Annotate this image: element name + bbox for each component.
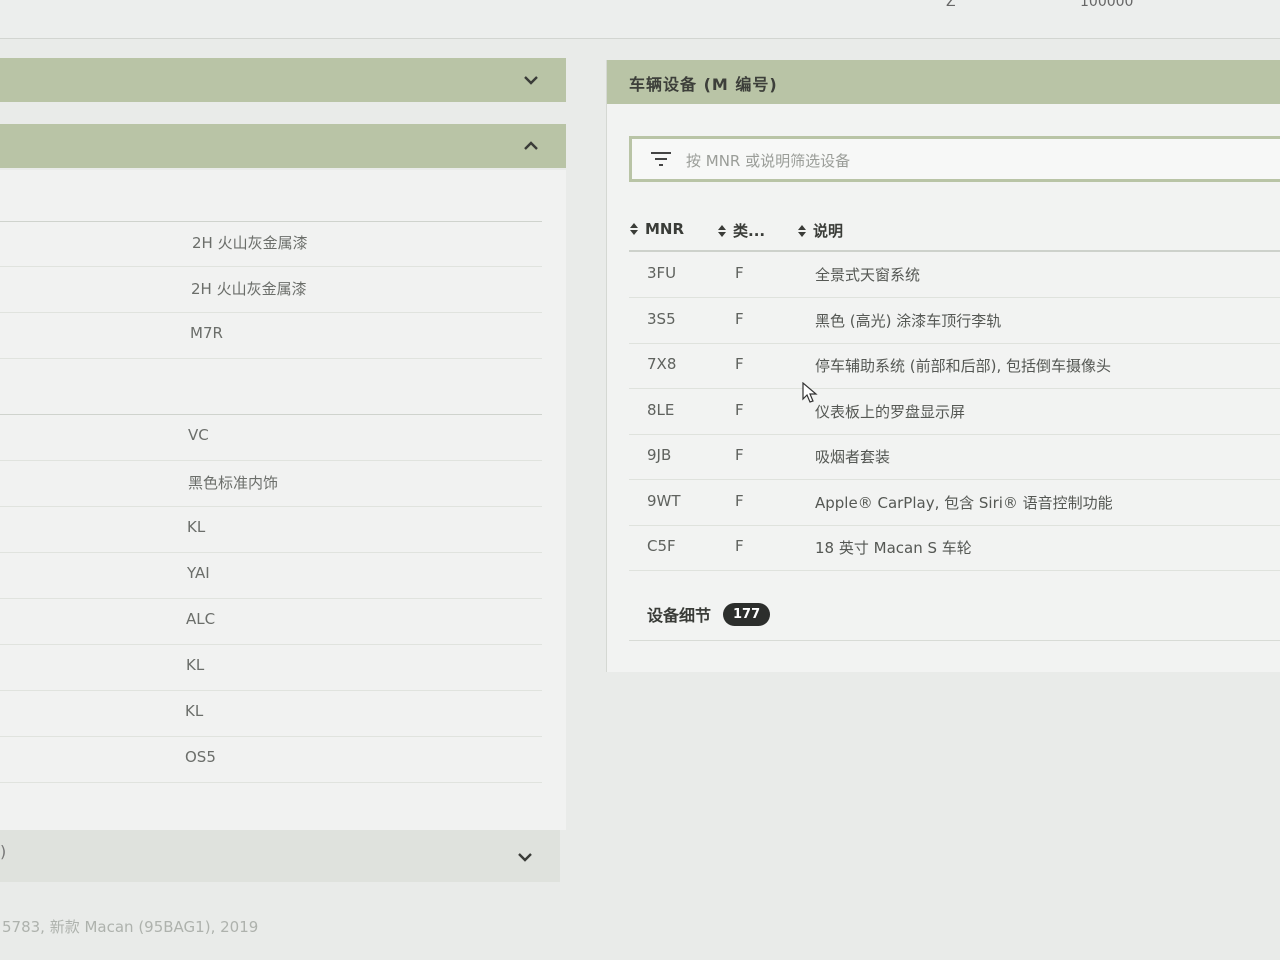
cell-description: 仪表板上的罗盘显示屏 [815,402,966,421]
row-divider [0,598,542,599]
cell-mnr: 8LE [647,400,675,419]
footer-paren: ) [0,842,7,861]
top-bar-left-text: Z [946,0,956,10]
row-divider [0,358,542,359]
table-row[interactable]: C5F F 18 英寸 Macan S 车轮 [629,525,1280,571]
left-value: VC [188,426,209,444]
column-label-type: 类... [733,222,766,240]
panel-bottom-divider [629,640,1280,641]
section-divider [0,221,542,222]
cell-mnr: 7X8 [647,355,677,373]
chevron-up-icon[interactable] [522,137,540,155]
left-value: KL [185,702,204,720]
row-divider [0,552,542,553]
cell-description: 吸烟者套装 [815,448,891,466]
equipment-panel-header: 车辆设备 (M 编号) [607,60,1280,104]
section-divider [0,414,542,415]
cell-mnr: 3S5 [647,309,676,328]
cell-mnr: C5F [647,537,676,555]
row-divider [0,690,542,691]
detail-count-badge: 177 [723,602,771,626]
row-divider [0,644,542,645]
equipment-panel: 车辆设备 (M 编号) MNR 类... 说明 3FU F 全景式天窗系统 3S5 F 黑… [606,60,1280,672]
left-value: KL [186,656,205,674]
table-row[interactable]: 3FU F 全景式天窗系统 [629,252,1280,298]
sort-icon [798,224,806,237]
accordion-header-3[interactable] [0,830,560,882]
column-label-desc: 说明 [813,222,844,240]
left-value: 黑色标准内饰 [188,474,279,492]
mouse-cursor-icon [802,382,818,403]
table-row[interactable]: 7X8 F 停车辅助系统 (前部和后部), 包括倒车摄像头 [629,343,1280,389]
row-divider [0,782,542,783]
left-value: 2H 火山灰金属漆 [191,280,307,298]
filter-input[interactable] [684,147,1248,175]
cell-mnr: 9JB [647,446,672,464]
equipment-detail[interactable]: 设备细节 177 [647,602,771,626]
chevron-down-icon[interactable] [516,848,534,866]
left-value: KL [187,518,206,536]
left-column [0,58,566,888]
row-divider [0,460,542,461]
top-bar-right-text: 100000 [1080,0,1134,10]
cell-description: 停车辅助系统 (前部和后部), 包括倒车摄像头 [815,357,1112,375]
cell-description: 黑色 (高光) 涂漆车顶行李轨 [815,311,1002,330]
left-value: YAI [187,564,210,582]
column-header-desc[interactable]: 说明 [797,220,843,241]
filter-icon [651,152,671,166]
sort-icon [630,223,638,235]
left-value: 2H 火山灰金属漆 [192,234,308,252]
column-header-mnr[interactable]: MNR [629,220,684,238]
cell-type: F [735,309,744,328]
left-value: M7R [190,324,223,342]
cell-type: F [735,264,744,282]
filter-box[interactable] [629,136,1280,182]
panel-title: 车辆设备 (M 编号) [629,75,778,94]
accordion-header-2[interactable] [0,124,566,168]
cell-mnr: 9WT [647,491,681,510]
row-divider [0,736,542,737]
table-row[interactable]: 9WT F Apple® CarPlay, 包含 Siri® 语音控制功能 [629,480,1280,526]
detail-label: 设备细节 [647,606,712,625]
cell-type: F [735,491,744,510]
cell-type: F [735,537,744,555]
top-bar: Z 100000 [0,0,1280,39]
table-row[interactable]: 3S5 F 黑色 (高光) 涂漆车顶行李轨 [629,298,1280,344]
column-header-type[interactable]: 类... [717,220,765,241]
chevron-down-icon[interactable] [522,71,540,89]
cell-description: Apple® CarPlay, 包含 Siri® 语音控制功能 [815,493,1113,512]
accordion-header-1[interactable] [0,58,566,102]
vehicle-info: 5783, 新款 Macan (95BAG1), 2019 [2,918,259,936]
accordion-body [0,170,566,830]
cell-type: F [735,400,744,419]
table-row[interactable]: 9JB F 吸烟者套装 [629,434,1280,480]
cell-type: F [735,446,744,464]
cell-description: 全景式天窗系统 [815,266,921,284]
left-value: OS5 [185,748,216,766]
row-divider [0,506,542,507]
cell-type: F [735,355,744,373]
column-label-mnr: MNR [645,220,685,238]
row-divider [0,266,542,267]
cell-description: 18 英寸 Macan S 车轮 [815,539,972,557]
left-value: ALC [186,610,216,628]
table-row[interactable]: 8LE F 仪表板上的罗盘显示屏 [629,389,1280,435]
row-divider [0,312,542,313]
sort-icon [718,224,726,237]
cell-mnr: 3FU [647,264,677,282]
